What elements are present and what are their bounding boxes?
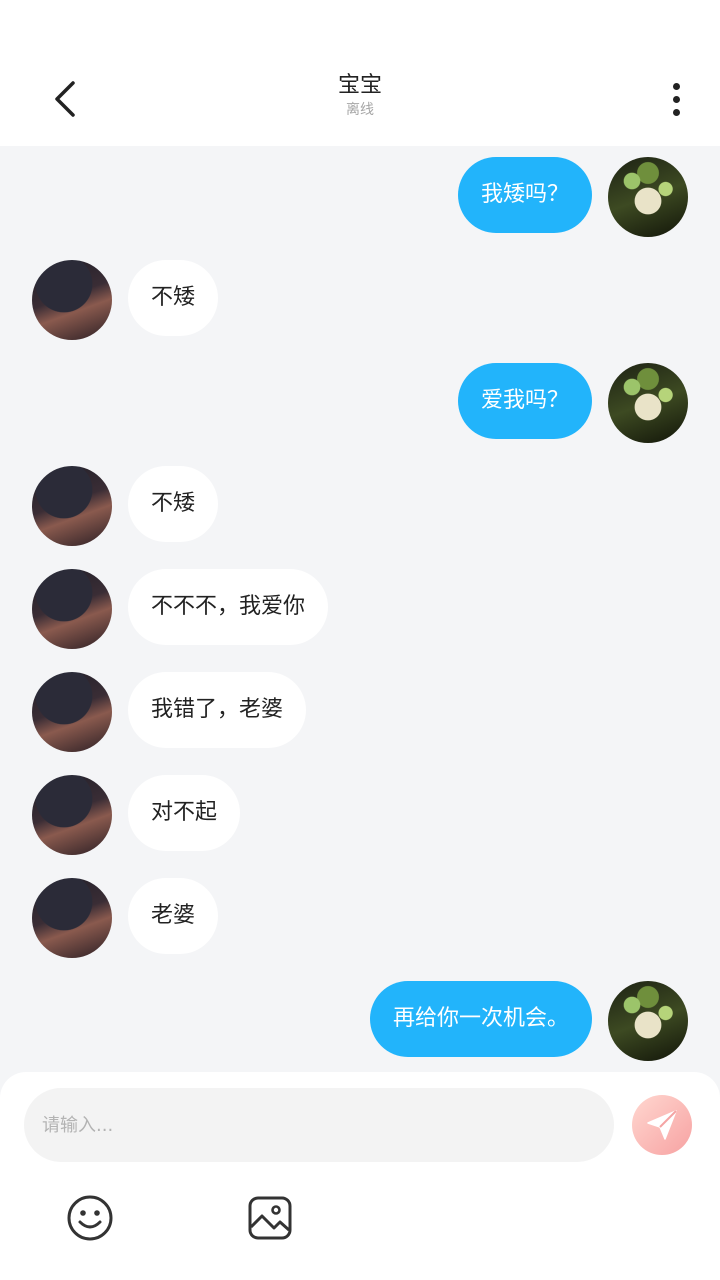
message-row: 再给你一次机会。: [0, 981, 720, 1061]
self-avatar[interactable]: [608, 363, 688, 443]
message-bubble-other[interactable]: 对不起: [128, 775, 241, 851]
message-row: 我错了，老婆: [0, 672, 720, 752]
message-row: 老婆: [0, 878, 720, 958]
send-icon: [647, 1110, 677, 1140]
message-bubble-self[interactable]: 再给你一次机会。: [369, 981, 592, 1057]
send-button[interactable]: [632, 1095, 692, 1155]
contact-avatar[interactable]: [32, 775, 112, 855]
image-icon: [248, 1196, 292, 1240]
more-vertical-icon: [672, 108, 680, 116]
contact-name: 宝宝: [337, 73, 382, 98]
self-avatar[interactable]: [608, 157, 688, 237]
message-row: 我矮吗？: [0, 157, 720, 237]
message-row: 不矮: [0, 260, 720, 340]
message-list[interactable]: 我矮吗？ 不矮 爱我吗？ 不矮 不不不，我爱你 我错了，老婆 对不起 老婆 再给…: [0, 146, 720, 1072]
message-bubble-self[interactable]: 我矮吗？: [457, 157, 592, 233]
contact-avatar[interactable]: [32, 466, 112, 546]
chat-title-block: 宝宝 离线: [0, 72, 720, 120]
contact-avatar[interactable]: [32, 672, 112, 752]
message-row: 不不不，我爱你: [0, 569, 720, 649]
message-bubble-self[interactable]: 爱我吗？: [457, 363, 592, 439]
contact-avatar[interactable]: [32, 878, 112, 958]
chat-header: 宝宝 离线: [0, 56, 720, 146]
message-row: 爱我吗？: [0, 363, 720, 443]
status-bar-area: [0, 0, 720, 56]
message-bubble-other[interactable]: 不矮: [128, 260, 219, 336]
message-bubble-other[interactable]: 不矮: [128, 466, 219, 542]
more-button[interactable]: [656, 74, 696, 124]
contact-avatar[interactable]: [32, 569, 112, 649]
emoji-button[interactable]: [64, 1192, 116, 1244]
message-row: 不矮: [0, 466, 720, 546]
message-row: 对不起: [0, 775, 720, 855]
composer-panel: [0, 1072, 720, 1280]
self-avatar[interactable]: [608, 981, 688, 1061]
more-vertical-icon: [672, 95, 680, 103]
message-bubble-other[interactable]: 我错了，老婆: [128, 672, 307, 748]
message-input[interactable]: [24, 1088, 614, 1162]
message-bubble-other[interactable]: 老婆: [128, 878, 219, 954]
emoji-icon: [67, 1195, 113, 1241]
contact-avatar[interactable]: [32, 260, 112, 340]
more-vertical-icon: [672, 82, 680, 90]
contact-status: 离线: [346, 102, 374, 118]
image-button[interactable]: [244, 1192, 296, 1244]
message-bubble-other[interactable]: 不不不，我爱你: [128, 569, 329, 645]
